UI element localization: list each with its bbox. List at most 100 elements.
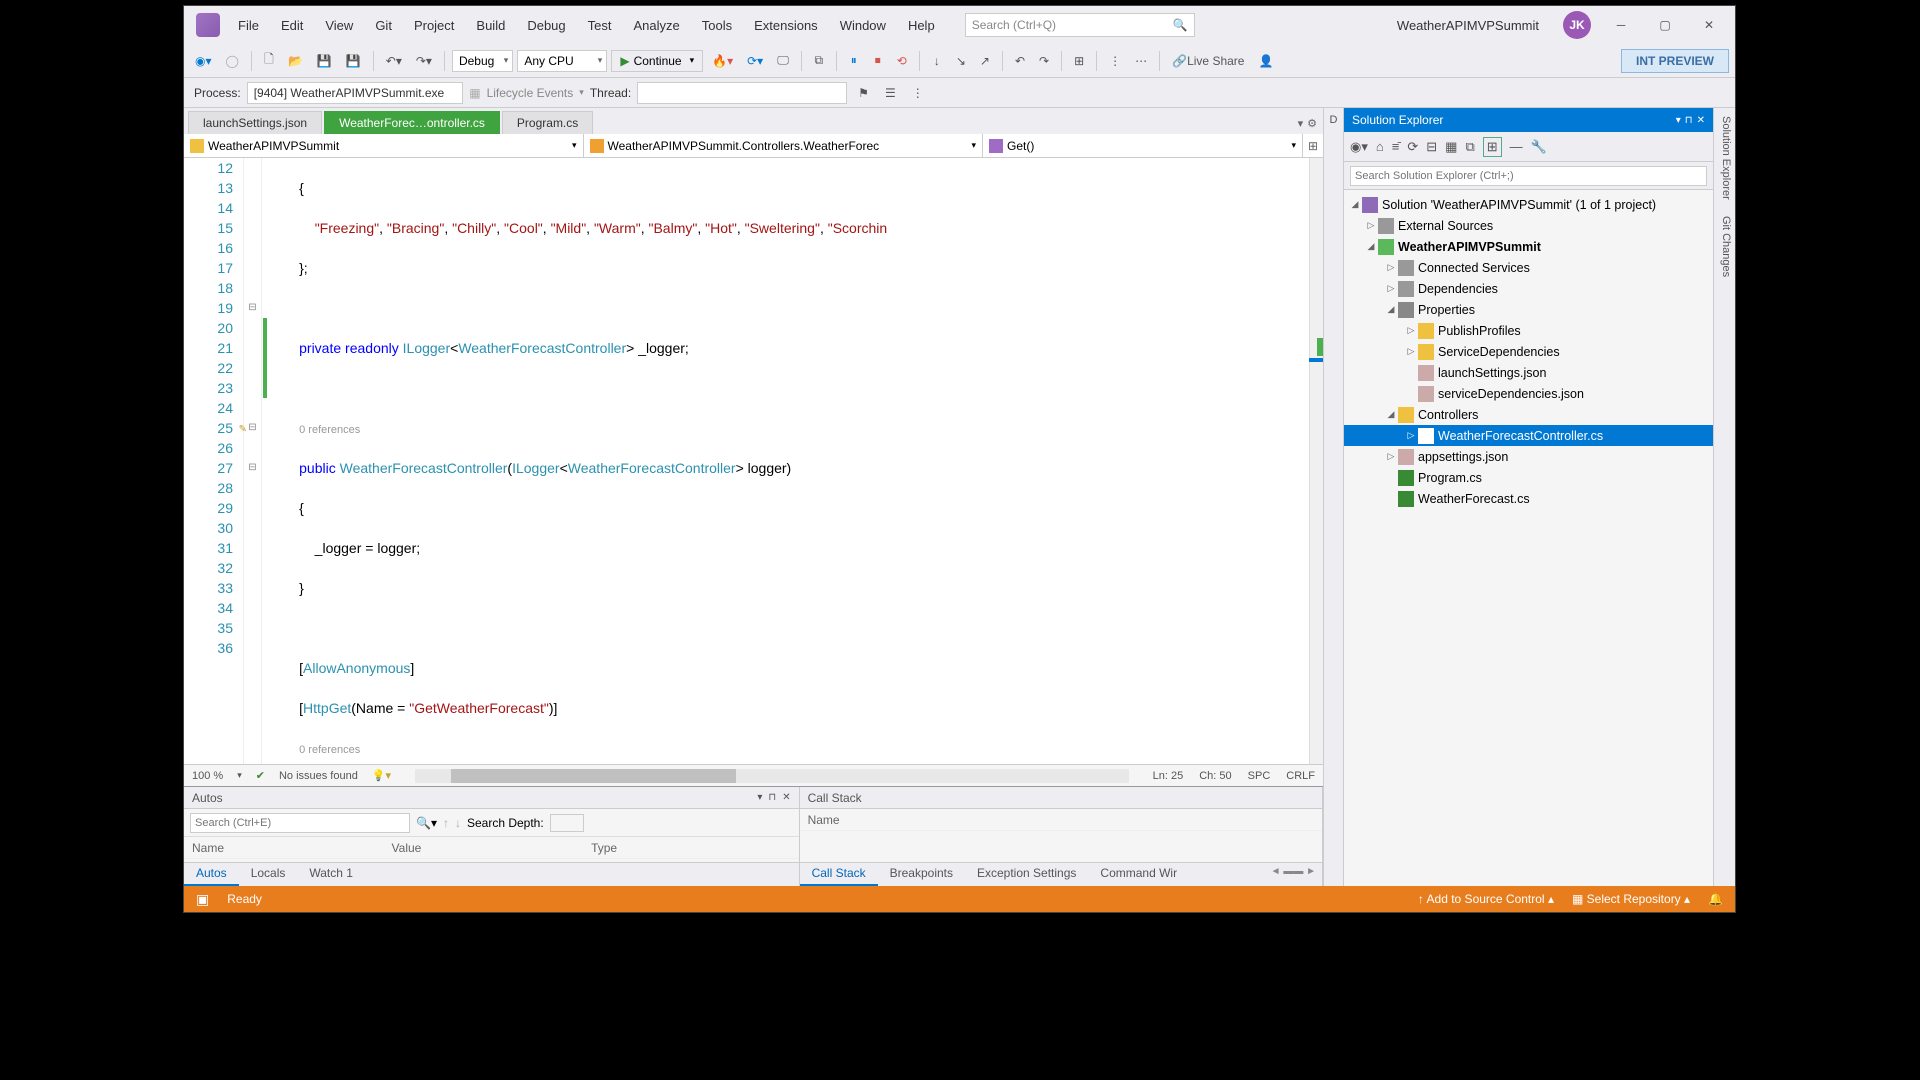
menu-analyze[interactable]: Analyze (623, 14, 689, 37)
tab-weatherforecastcontroller[interactable]: WeatherForec…ontroller.cs (324, 111, 500, 134)
dropdown-icon[interactable]: ▾ (757, 792, 762, 803)
side-tab-solution[interactable]: Solution Explorer (1714, 108, 1735, 208)
solution-root[interactable]: Solution 'WeatherAPIMVPSummit' (1 of 1 p… (1382, 198, 1656, 212)
solution-tree[interactable]: ◢Solution 'WeatherAPIMVPSummit' (1 of 1 … (1344, 190, 1713, 886)
line-indicator[interactable]: Ln: 25 (1153, 770, 1184, 782)
node-project[interactable]: WeatherAPIMVPSummit (1398, 240, 1541, 254)
node-weatherforecastcontroller[interactable]: WeatherForecastController.cs (1438, 429, 1603, 443)
close-icon[interactable]: ✕ (1697, 115, 1705, 126)
feedback-button[interactable]: 👤 (1253, 50, 1278, 72)
home-icon[interactable]: ⌂ (1376, 139, 1384, 154)
node-launchsettings[interactable]: launchSettings.json (1438, 366, 1546, 380)
restart-button[interactable]: ⟳▾ (742, 50, 768, 72)
properties-icon[interactable]: ⊞ (1483, 137, 1502, 157)
solution-explorer-header[interactable]: Solution Explorer ▾⊓✕ (1344, 108, 1713, 132)
tab-exception-settings[interactable]: Exception Settings (965, 863, 1088, 886)
source-control-button[interactable]: ↑ Add to Source Control ▴ (1418, 892, 1554, 906)
autos-search-input[interactable] (190, 813, 410, 833)
preview-icon[interactable]: — (1510, 139, 1523, 154)
nav-down-icon[interactable]: ↓ (455, 816, 461, 830)
step-out-button[interactable]: ↗ (975, 50, 995, 72)
threads-button[interactable]: ⧉ (809, 50, 829, 72)
more-button[interactable]: ⋮ (907, 82, 929, 104)
code-editor[interactable]: 1213141516171819202122232425✎26272829303… (184, 158, 1323, 764)
menu-debug[interactable]: Debug (517, 14, 575, 37)
hot-reload-button[interactable]: 🔥▾ (707, 50, 738, 72)
project-name[interactable]: WeatherAPIMVPSummit (1387, 14, 1549, 37)
step-over-button[interactable]: ↓ (927, 50, 947, 72)
settings-icon[interactable]: 🔧 (1531, 139, 1547, 155)
code-lines[interactable]: { "Freezing", "Bracing", "Chilly", "Cool… (262, 158, 1309, 764)
nav-scope[interactable]: WeatherAPIMVPSummit▾ (184, 134, 584, 157)
copy-icon[interactable]: ⧉ (1465, 139, 1474, 155)
tab-dropdown-icon[interactable]: ▾ (1298, 117, 1304, 130)
user-avatar[interactable]: JK (1563, 11, 1591, 39)
pin-icon[interactable]: ⊓ (768, 792, 776, 803)
node-properties[interactable]: Properties (1418, 303, 1475, 317)
dropdown-icon[interactable]: ▾ (1676, 115, 1681, 126)
pin-icon[interactable]: ⊓ (1685, 115, 1693, 126)
tab-locals[interactable]: Locals (239, 863, 298, 886)
diag-button[interactable]: ⊞ (1069, 50, 1089, 72)
node-appsettings[interactable]: appsettings.json (1418, 450, 1508, 464)
stop-button[interactable]: ⏹ (868, 50, 888, 72)
open-button[interactable]: 📂 (283, 50, 308, 72)
platform-dropdown[interactable]: Any CPU (517, 50, 607, 72)
save-all-button[interactable]: 💾 (341, 50, 366, 72)
node-servicedependencies[interactable]: ServiceDependencies (1438, 345, 1560, 359)
fold-margin[interactable]: ⊟⊟⊟ (244, 158, 262, 764)
global-search[interactable]: Search (Ctrl+Q) 🔍 (965, 13, 1195, 37)
nav-up-icon[interactable]: ↑ (443, 816, 449, 830)
col-name[interactable]: Name (808, 813, 1314, 827)
refresh-icon[interactable]: ⟳ (1407, 139, 1418, 155)
step-into-button[interactable]: ↘ (951, 50, 971, 72)
menu-help[interactable]: Help (898, 14, 945, 37)
liveshare-button[interactable]: 🔗 Live Share (1167, 50, 1249, 72)
menu-test[interactable]: Test (578, 14, 622, 37)
spaces-indicator[interactable]: SPC (1248, 770, 1271, 782)
eol-indicator[interactable]: CRLF (1286, 770, 1315, 782)
node-controllers[interactable]: Controllers (1418, 408, 1478, 422)
select-repo-button[interactable]: ▦ Select Repository ▴ (1572, 892, 1690, 906)
browser-link-button[interactable]: 🖵 (772, 50, 794, 72)
save-button[interactable]: 💾 (312, 50, 337, 72)
node-program[interactable]: Program.cs (1418, 471, 1482, 485)
stack-frame-button[interactable]: ⚑ (853, 82, 874, 104)
nav-member[interactable]: Get()▾ (983, 134, 1303, 157)
node-connected-services[interactable]: Connected Services (1418, 261, 1530, 275)
maximize-button[interactable]: ▢ (1643, 10, 1687, 40)
new-project-button[interactable]: 🗋 (259, 50, 279, 72)
node-servicedep-json[interactable]: serviceDependencies.json (1438, 387, 1584, 401)
tab-gear-icon[interactable]: ⚙ (1307, 117, 1317, 130)
callstack-header[interactable]: Call Stack (800, 787, 1322, 809)
search-icon[interactable]: 🔍▾ (416, 816, 437, 830)
col-type[interactable]: Type (591, 841, 791, 855)
revert-button[interactable]: ↷ (1034, 50, 1054, 72)
tab-autos[interactable]: Autos (184, 863, 239, 886)
tab-watch1[interactable]: Watch 1 (297, 863, 365, 886)
back-button[interactable]: ◉▾ (190, 50, 217, 72)
menu-build[interactable]: Build (466, 14, 515, 37)
continue-button[interactable]: ▶Continue▾ (611, 50, 703, 72)
col-name[interactable]: Name (192, 841, 392, 855)
threads-window-button[interactable]: ☰ (880, 82, 901, 104)
menu-project[interactable]: Project (404, 14, 464, 37)
minimize-button[interactable]: ─ (1599, 10, 1643, 40)
pause-button[interactable]: ⏸ (844, 50, 864, 72)
solution-search-input[interactable] (1350, 166, 1707, 186)
h-scrollbar[interactable] (415, 769, 1129, 783)
menu-view[interactable]: View (315, 14, 363, 37)
menu-extensions[interactable]: Extensions (744, 14, 828, 37)
side-tab-git[interactable]: Git Changes (1714, 208, 1735, 285)
tab-launchsettings[interactable]: launchSettings.json (188, 111, 322, 134)
config-dropdown[interactable]: Debug (452, 50, 513, 72)
extra2-button[interactable]: ⋯ (1130, 50, 1152, 72)
notifications-icon[interactable]: 🔔 (1708, 892, 1723, 906)
menu-tools[interactable]: Tools (692, 14, 742, 37)
close-button[interactable]: ✕ (1687, 10, 1731, 40)
menu-window[interactable]: Window (830, 14, 896, 37)
issues-label[interactable]: No issues found (279, 770, 358, 782)
menu-git[interactable]: Git (365, 14, 402, 37)
extra1-button[interactable]: ⋮ (1104, 50, 1126, 72)
redo-button[interactable]: ↷▾ (411, 50, 437, 72)
